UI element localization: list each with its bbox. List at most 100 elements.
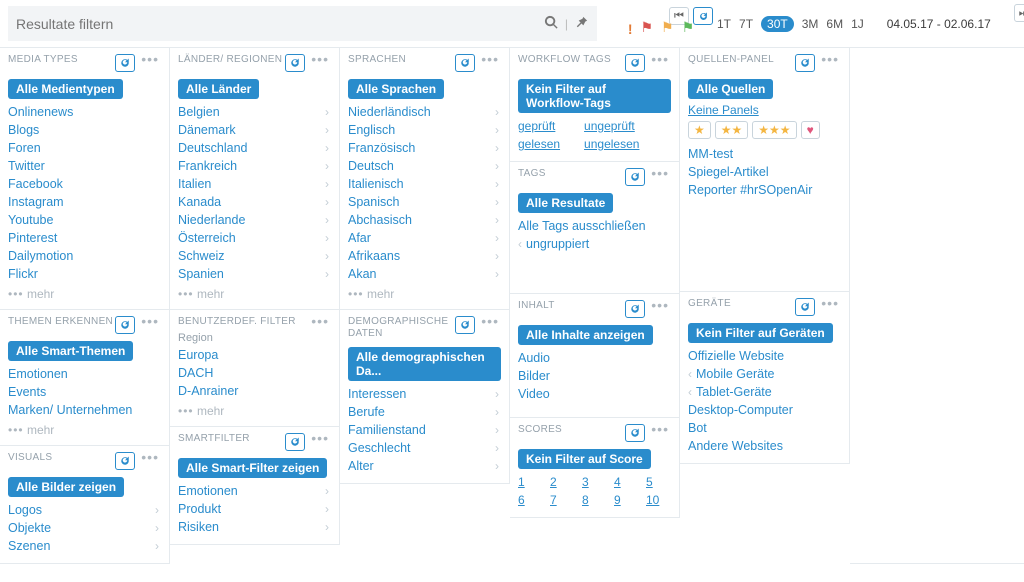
list-item[interactable]: Spiegel-Artikel (688, 163, 841, 181)
nav-forward-button[interactable]: ⏭ (1014, 4, 1024, 22)
pin-icon[interactable] (574, 15, 589, 33)
list-item[interactable]: ‹Mobile Geräte (688, 365, 841, 383)
list-item[interactable]: Kanada› (178, 193, 331, 211)
list-item[interactable]: Französisch› (348, 139, 501, 157)
list-item[interactable]: D-Anrainer (178, 382, 331, 400)
list-item[interactable]: Produkt› (178, 500, 331, 518)
chip[interactable]: Alle Smart-Themen (8, 341, 133, 361)
list-item[interactable]: Events (8, 383, 161, 401)
score-6[interactable]: 6 (518, 491, 550, 509)
more-icon[interactable]: ••• (479, 54, 501, 72)
list-item[interactable]: Pinterest (8, 229, 161, 247)
refresh-icon[interactable] (285, 433, 305, 451)
nav-refresh-button[interactable] (693, 7, 713, 25)
more-icon[interactable]: ••• (649, 424, 671, 442)
more-link[interactable]: ••• mehr (178, 287, 331, 301)
more-icon[interactable]: ••• (309, 54, 331, 72)
list-item[interactable]: Spanisch› (348, 193, 501, 211)
list-item[interactable]: Berufe› (348, 403, 501, 421)
list-item[interactable]: Dänemark› (178, 121, 331, 139)
flag-yellow-icon[interactable]: ⚑ (661, 19, 674, 36)
refresh-icon[interactable] (625, 300, 645, 318)
search-input[interactable] (16, 16, 544, 32)
list-item[interactable]: Blogs (8, 121, 161, 139)
list-item[interactable]: Niederländisch› (348, 103, 501, 121)
list-item[interactable]: Youtube (8, 211, 161, 229)
list-item[interactable]: ungelesen (584, 135, 639, 153)
star-1[interactable]: ★ (688, 121, 711, 139)
list-item[interactable]: Italienisch› (348, 175, 501, 193)
list-item[interactable]: Alle Tags ausschließen (518, 217, 671, 235)
list-item[interactable]: ungeprüft (584, 117, 639, 135)
search-box[interactable]: | (8, 6, 597, 41)
score-5[interactable]: 5 (646, 473, 678, 491)
star-2[interactable]: ★★ (715, 121, 749, 139)
list-item[interactable]: Spanien› (178, 265, 331, 283)
list-item[interactable]: Bilder (518, 367, 671, 385)
heart-icon[interactable]: ♥ (801, 121, 820, 139)
list-item[interactable]: Italien› (178, 175, 331, 193)
more-icon[interactable]: ••• (309, 433, 331, 451)
refresh-icon[interactable] (795, 54, 815, 72)
list-item[interactable]: Dailymotion (8, 247, 161, 265)
list-item[interactable]: Szenen› (8, 537, 161, 555)
list-item[interactable]: Reporter #hrSOpenAir (688, 181, 841, 199)
more-link[interactable]: ••• mehr (178, 404, 331, 418)
chip[interactable]: Alle Resultate (518, 193, 613, 213)
chip[interactable]: Alle Sprachen (348, 79, 444, 99)
more-icon[interactable]: ••• (649, 300, 671, 318)
chip[interactable]: Alle demographischen Da... (348, 347, 501, 381)
range-6M[interactable]: 6M (826, 17, 843, 31)
range-1J[interactable]: 1J (851, 17, 864, 31)
refresh-icon[interactable] (625, 54, 645, 72)
list-item[interactable]: Belgien› (178, 103, 331, 121)
more-icon[interactable]: ••• (479, 316, 501, 334)
flag-green-icon[interactable]: ⚑ (682, 19, 695, 36)
date-range[interactable]: 04.05.17 - 02.06.17 (864, 0, 1014, 47)
list-item[interactable]: Video (518, 385, 671, 403)
refresh-icon[interactable] (285, 54, 305, 72)
list-item[interactable]: Afar› (348, 229, 501, 247)
score-2[interactable]: 2 (550, 473, 582, 491)
range-7T[interactable]: 7T (739, 17, 753, 31)
list-item[interactable]: Keine Panels (688, 103, 759, 117)
refresh-icon[interactable] (455, 316, 475, 334)
list-item[interactable]: Flickr (8, 265, 161, 283)
list-item[interactable]: Deutsch› (348, 157, 501, 175)
star-3[interactable]: ★★★ (752, 121, 796, 139)
list-item[interactable]: Facebook (8, 175, 161, 193)
more-icon[interactable]: ••• (649, 168, 671, 186)
refresh-icon[interactable] (115, 452, 135, 470)
score-9[interactable]: 9 (614, 491, 646, 509)
chip[interactable]: Kein Filter auf Geräten (688, 323, 833, 343)
list-item[interactable]: Deutschland› (178, 139, 331, 157)
list-item[interactable]: Englisch› (348, 121, 501, 139)
more-icon[interactable]: ••• (139, 54, 161, 72)
flag-red-icon[interactable]: ⚑ (640, 19, 653, 36)
search-icon[interactable] (544, 15, 559, 33)
list-item[interactable]: Emotionen (8, 365, 161, 383)
list-item[interactable]: Andere Websites (688, 437, 841, 455)
list-item[interactable]: Objekte› (8, 519, 161, 537)
score-10[interactable]: 10 (646, 491, 678, 509)
chip[interactable]: Kein Filter auf Score (518, 449, 651, 469)
score-4[interactable]: 4 (614, 473, 646, 491)
list-item[interactable]: Frankreich› (178, 157, 331, 175)
list-item[interactable]: Instagram (8, 193, 161, 211)
list-item[interactable]: Desktop-Computer (688, 401, 841, 419)
list-item[interactable]: Onlinenews (8, 103, 161, 121)
chip[interactable]: Alle Länder (178, 79, 259, 99)
alert-icon[interactable]: ! (628, 21, 633, 37)
more-icon[interactable]: ••• (309, 316, 331, 326)
score-8[interactable]: 8 (582, 491, 614, 509)
more-icon[interactable]: ••• (139, 316, 161, 334)
list-item[interactable]: gelesen (518, 135, 560, 153)
list-item[interactable]: Foren (8, 139, 161, 157)
more-link[interactable]: ••• mehr (348, 287, 501, 301)
list-item[interactable]: Risiken› (178, 518, 331, 536)
range-30T[interactable]: 30T (761, 16, 794, 32)
score-3[interactable]: 3 (582, 473, 614, 491)
list-item[interactable]: Twitter (8, 157, 161, 175)
list-item[interactable]: MM-test (688, 145, 841, 163)
refresh-icon[interactable] (795, 298, 815, 316)
